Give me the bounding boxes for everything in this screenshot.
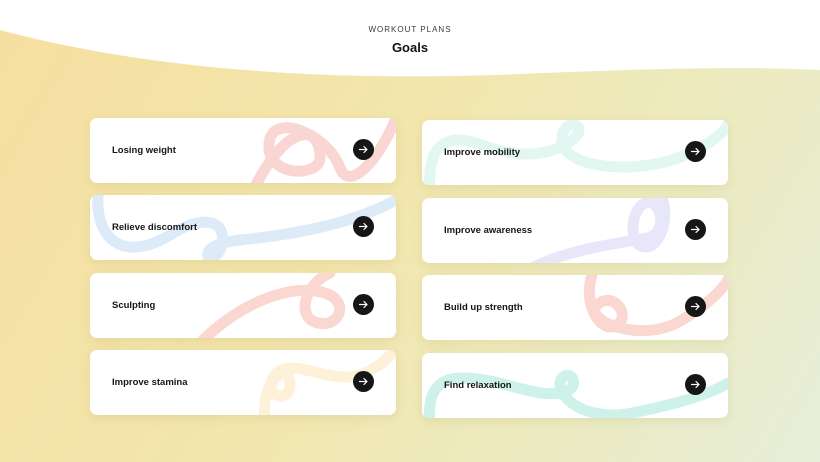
goal-label: Improve stamina bbox=[112, 377, 188, 388]
goal-label: Improve mobility bbox=[444, 147, 521, 158]
arrow-right-icon[interactable] bbox=[353, 294, 374, 315]
goal-card-sculpting[interactable]: Sculpting bbox=[90, 273, 396, 338]
arrow-right-icon[interactable] bbox=[685, 219, 706, 240]
goal-card-improve-awareness[interactable]: Improve awareness bbox=[422, 198, 728, 263]
section-eyebrow: WORKOUT PLANS bbox=[368, 25, 452, 34]
goal-label: Improve awareness bbox=[444, 225, 533, 236]
goal-card-improve-mobility[interactable]: Improve mobility bbox=[422, 120, 728, 185]
goal-label: Sculpting bbox=[112, 300, 156, 311]
arrow-right-icon[interactable] bbox=[353, 216, 374, 237]
page-title: Goals bbox=[391, 40, 429, 55]
arrow-right-icon[interactable] bbox=[685, 296, 706, 317]
goal-card-relieve-discomfort[interactable]: Relieve discomfort bbox=[90, 195, 396, 260]
goal-label: Relieve discomfort bbox=[112, 222, 197, 233]
arrow-right-icon[interactable] bbox=[685, 141, 706, 162]
arrow-right-icon[interactable] bbox=[353, 139, 374, 160]
goal-label: Build up strength bbox=[444, 302, 523, 313]
goal-card-losing-weight[interactable]: Losing weight bbox=[90, 118, 396, 183]
goal-card-build-up-strength[interactable]: Build up strength bbox=[422, 275, 728, 340]
arrow-right-icon[interactable] bbox=[685, 374, 706, 395]
goal-label: Find relaxation bbox=[444, 380, 512, 391]
arrow-right-icon[interactable] bbox=[353, 371, 374, 392]
goal-label: Losing weight bbox=[112, 145, 176, 156]
goal-card-find-relaxation[interactable]: Find relaxation bbox=[422, 353, 728, 418]
goal-card-improve-stamina[interactable]: Improve stamina bbox=[90, 350, 396, 415]
